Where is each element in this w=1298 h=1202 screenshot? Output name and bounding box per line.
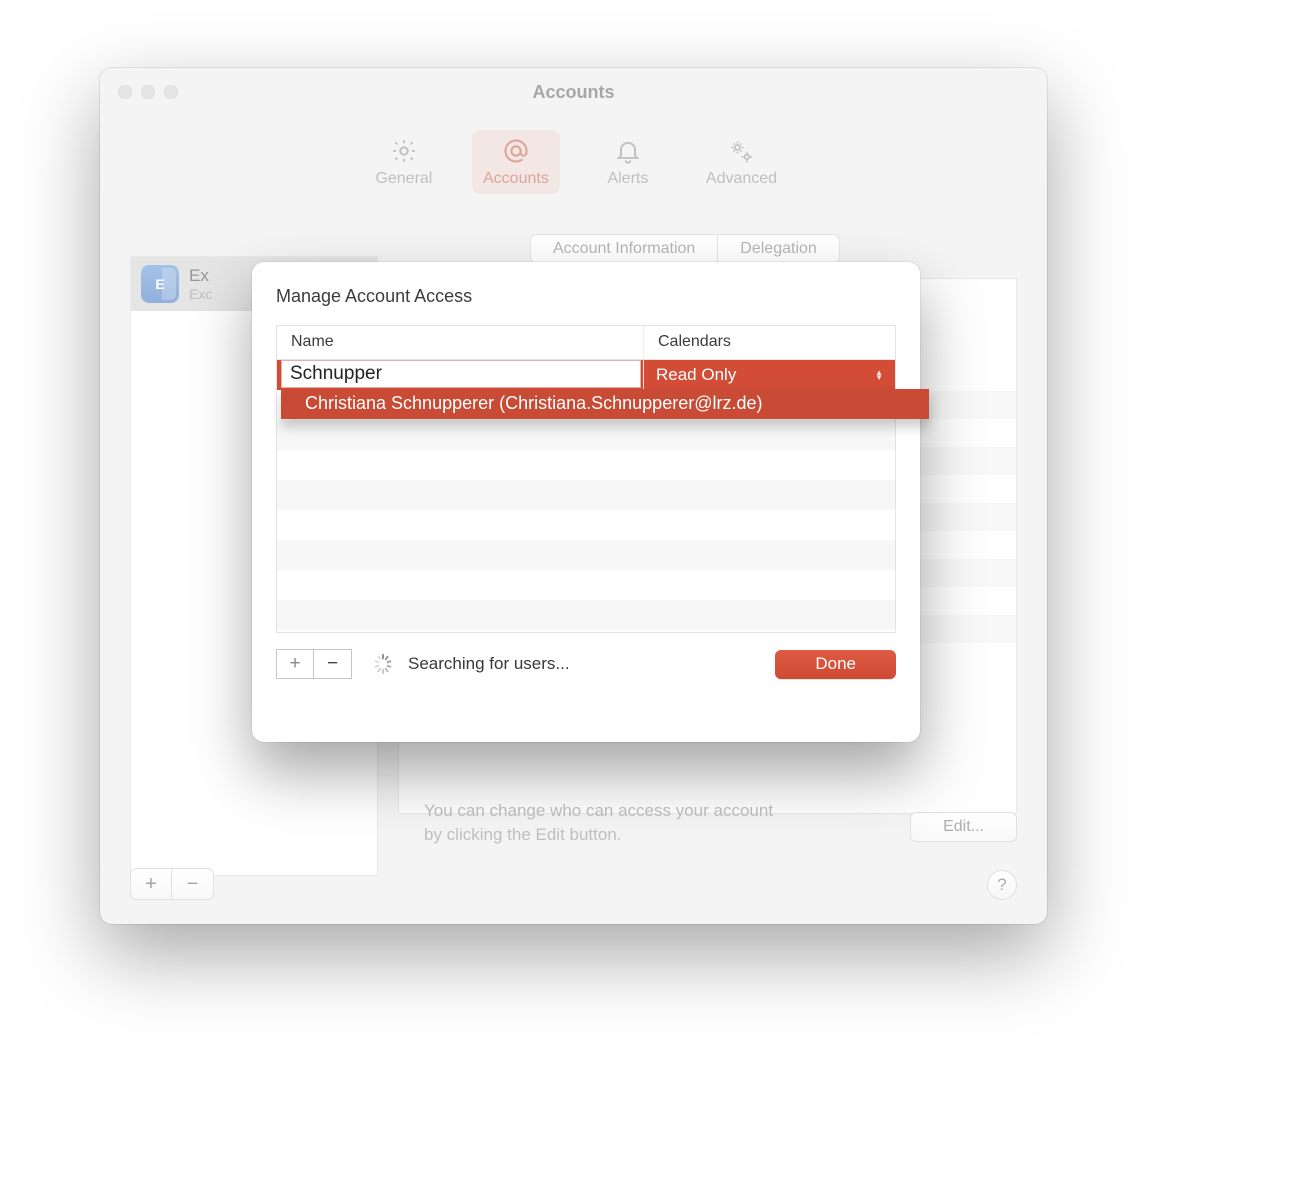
row-add-remove: + − xyxy=(276,649,352,679)
done-button[interactable]: Done xyxy=(775,650,896,679)
table-row xyxy=(277,420,895,450)
permission-value: Read Only xyxy=(656,365,736,385)
table-header: Name Calendars xyxy=(277,326,895,360)
table-row xyxy=(277,540,895,570)
sheet-footer: + − Searching for users... Done xyxy=(276,649,896,679)
user-name-input[interactable] xyxy=(281,360,641,388)
manage-account-access-sheet: Manage Account Access Name Calendars Chr… xyxy=(252,262,920,742)
table-row[interactable]: Christiana Schnupperer (Christiana.Schnu… xyxy=(277,360,895,390)
autocomplete-suggestion[interactable]: Christiana Schnupperer (Christiana.Schnu… xyxy=(281,389,929,419)
sheet-title: Manage Account Access xyxy=(276,286,896,307)
table-row xyxy=(277,480,895,510)
calendar-permission-select[interactable]: Read Only ▲▼ xyxy=(644,360,895,390)
table-row xyxy=(277,570,895,600)
remove-user-button[interactable]: − xyxy=(314,649,352,679)
column-header-name[interactable]: Name xyxy=(277,326,644,359)
table-body: Christiana Schnupperer (Christiana.Schnu… xyxy=(277,360,895,632)
add-user-button[interactable]: + xyxy=(276,649,314,679)
status-text: Searching for users... xyxy=(408,654,570,674)
table-row xyxy=(277,510,895,540)
table-row xyxy=(277,450,895,480)
name-cell: Christiana Schnupperer (Christiana.Schnu… xyxy=(277,360,644,390)
access-table: Name Calendars Christiana Schnupperer (C… xyxy=(276,325,896,633)
column-header-calendars[interactable]: Calendars xyxy=(644,326,895,359)
loading-spinner-icon xyxy=(372,653,394,675)
table-row xyxy=(277,600,895,630)
chevron-up-down-icon: ▲▼ xyxy=(875,370,883,380)
